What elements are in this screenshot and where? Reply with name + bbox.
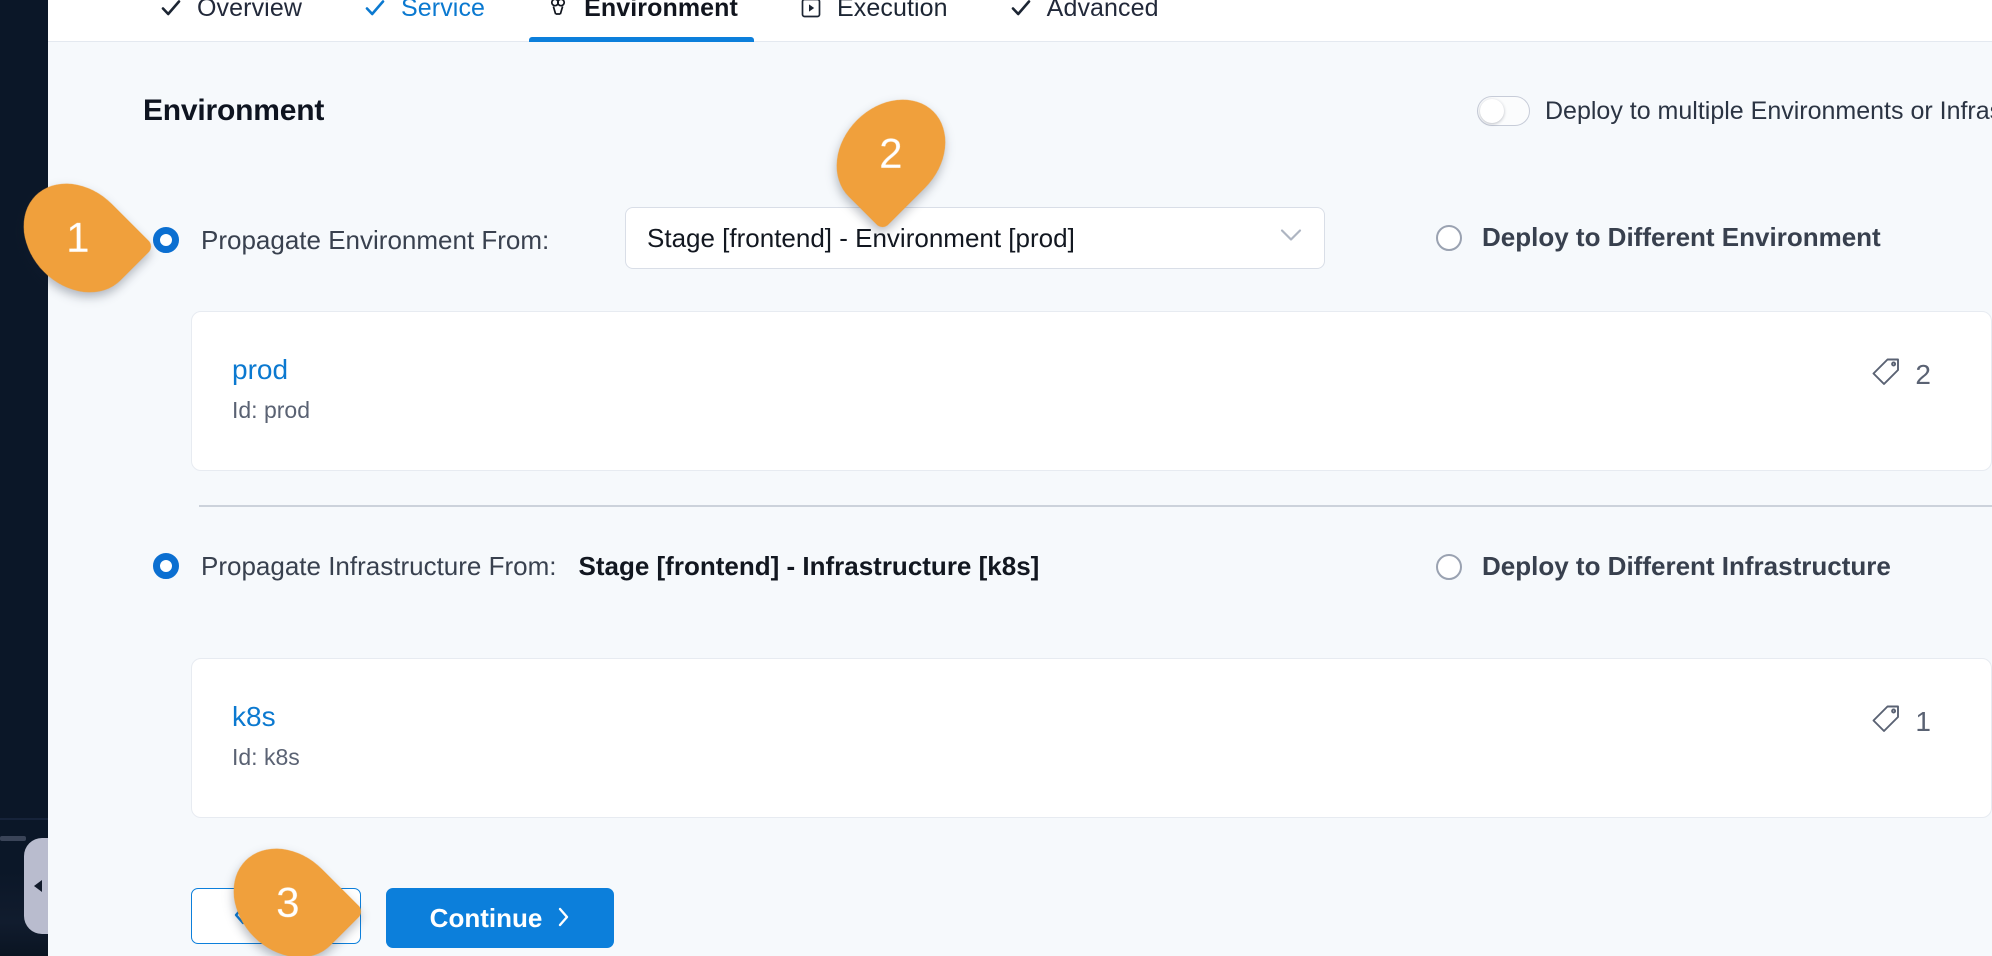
environment-card-tags: 2 bbox=[1869, 356, 1931, 393]
environment-card[interactable]: prod Id: prod 2 bbox=[191, 311, 1992, 471]
tab-overview[interactable]: Overview bbox=[128, 0, 332, 42]
check-icon bbox=[158, 0, 184, 21]
radio-deploy-different-environment[interactable] bbox=[1436, 225, 1462, 251]
radio-deploy-different-infrastructure[interactable] bbox=[1436, 554, 1462, 580]
environment-icon bbox=[545, 0, 571, 21]
environment-card-tag-count: 2 bbox=[1915, 359, 1931, 391]
callout-badge-1-number: 1 bbox=[66, 214, 89, 262]
environment-card-id: Id: prod bbox=[232, 397, 310, 424]
radio-propagate-infrastructure[interactable] bbox=[153, 553, 179, 579]
chevron-left-icon bbox=[32, 877, 46, 895]
tab-execution-label: Execution bbox=[837, 0, 948, 21]
wizard-tabbar: Overview Service Environment bbox=[48, 0, 1992, 42]
screen-root: Overview Service Environment bbox=[0, 0, 1992, 956]
section-divider bbox=[199, 505, 1992, 507]
multi-deploy-toggle-group[interactable]: Deploy to multiple Environments or Infra… bbox=[1477, 96, 1992, 126]
deploy-different-infrastructure-label: Deploy to Different Infrastructure bbox=[1482, 551, 1891, 582]
multi-deploy-toggle[interactable] bbox=[1477, 96, 1530, 126]
environment-select-value: Stage [frontend] - Environment [prod] bbox=[647, 223, 1075, 254]
environment-select[interactable]: Stage [frontend] - Environment [prod] bbox=[625, 207, 1325, 269]
check-icon bbox=[1008, 0, 1034, 21]
page-title: Environment bbox=[143, 94, 324, 128]
continue-button-label: Continue bbox=[430, 903, 543, 934]
deploy-different-environment-label: Deploy to Different Environment bbox=[1482, 222, 1881, 253]
tab-service-label: Service bbox=[401, 0, 485, 21]
callout-badge-3-number: 3 bbox=[276, 879, 299, 927]
tab-execution[interactable]: Execution bbox=[768, 0, 978, 42]
page-body: Overview Service Environment bbox=[48, 0, 1992, 956]
tab-advanced[interactable]: Advanced bbox=[978, 0, 1189, 42]
infrastructure-card-tags: 1 bbox=[1869, 703, 1931, 740]
tag-icon bbox=[1869, 356, 1903, 393]
check-icon bbox=[362, 0, 388, 21]
section-header-row: Environment Deploy to multiple Environme… bbox=[48, 86, 1992, 156]
left-nav-rail bbox=[0, 0, 48, 956]
propagate-infrastructure-label: Propagate Infrastructure From: bbox=[201, 551, 556, 582]
propagate-infrastructure-value: Stage [frontend] - Infrastructure [k8s] bbox=[578, 551, 1039, 582]
wizard-tabs: Overview Service Environment bbox=[128, 0, 1189, 42]
infrastructure-card-id: Id: k8s bbox=[232, 744, 300, 771]
rail-indicator bbox=[0, 836, 26, 841]
infrastructure-card-tag-count: 1 bbox=[1915, 706, 1931, 738]
continue-button[interactable]: Continue bbox=[386, 888, 614, 948]
propagate-environment-label: Propagate Environment From: bbox=[201, 225, 549, 256]
tag-icon bbox=[1869, 703, 1903, 740]
multi-deploy-toggle-label: Deploy to multiple Environments or Infra… bbox=[1545, 97, 1992, 126]
callout-badge-2-number: 2 bbox=[879, 130, 902, 178]
tab-environment[interactable]: Environment bbox=[515, 0, 768, 42]
tab-overview-label: Overview bbox=[197, 0, 302, 21]
play-square-icon bbox=[798, 0, 824, 21]
rail-divider bbox=[0, 818, 48, 820]
deploy-different-infrastructure-group[interactable]: Deploy to Different Infrastructure bbox=[1436, 551, 1891, 582]
infrastructure-card-name[interactable]: k8s bbox=[232, 701, 276, 733]
radio-propagate-environment[interactable] bbox=[153, 227, 179, 253]
environment-card-name[interactable]: prod bbox=[232, 354, 288, 386]
tab-service[interactable]: Service bbox=[332, 0, 515, 42]
tab-advanced-label: Advanced bbox=[1047, 0, 1159, 21]
tab-environment-label: Environment bbox=[584, 0, 738, 21]
deploy-different-environment-group[interactable]: Deploy to Different Environment bbox=[1436, 222, 1881, 253]
chevron-down-icon bbox=[1280, 229, 1302, 248]
infrastructure-card[interactable]: k8s Id: k8s 1 bbox=[191, 658, 1992, 818]
chevron-right-icon bbox=[556, 903, 570, 934]
toggle-knob bbox=[1480, 99, 1504, 123]
